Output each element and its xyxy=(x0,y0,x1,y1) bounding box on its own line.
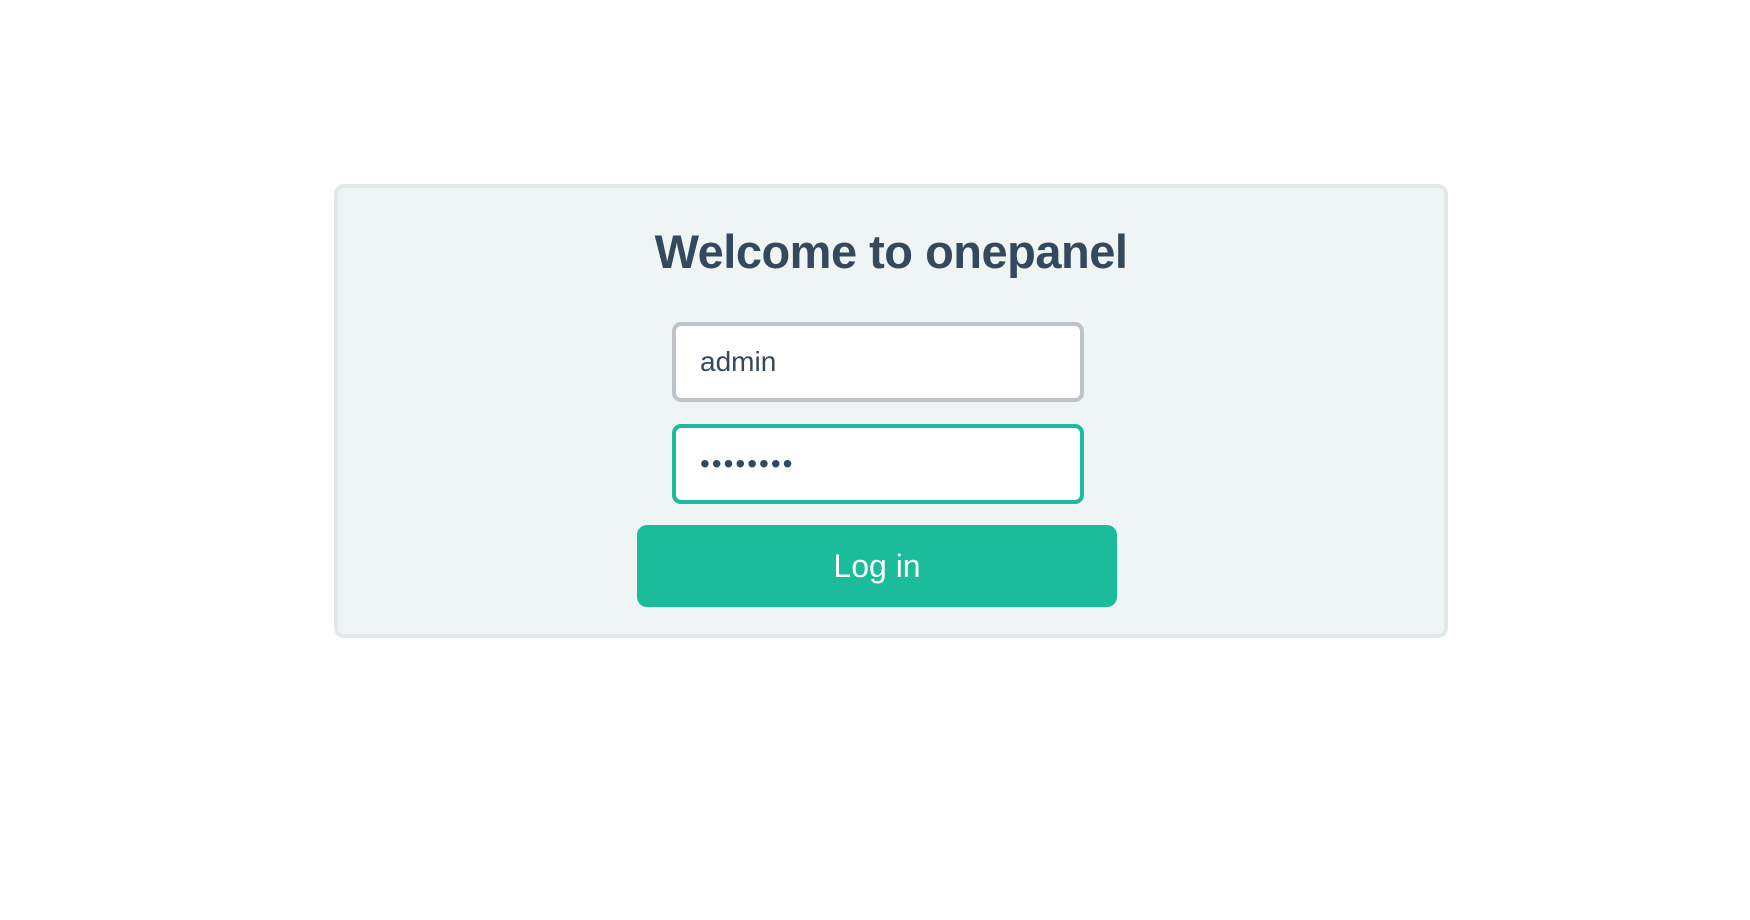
page-title: Welcome to onepanel xyxy=(654,225,1128,278)
login-button[interactable]: Log in xyxy=(637,525,1117,607)
username-field[interactable] xyxy=(672,322,1084,402)
password-field[interactable] xyxy=(672,424,1084,504)
login-panel: Welcome to onepanel Log in xyxy=(334,184,1448,638)
